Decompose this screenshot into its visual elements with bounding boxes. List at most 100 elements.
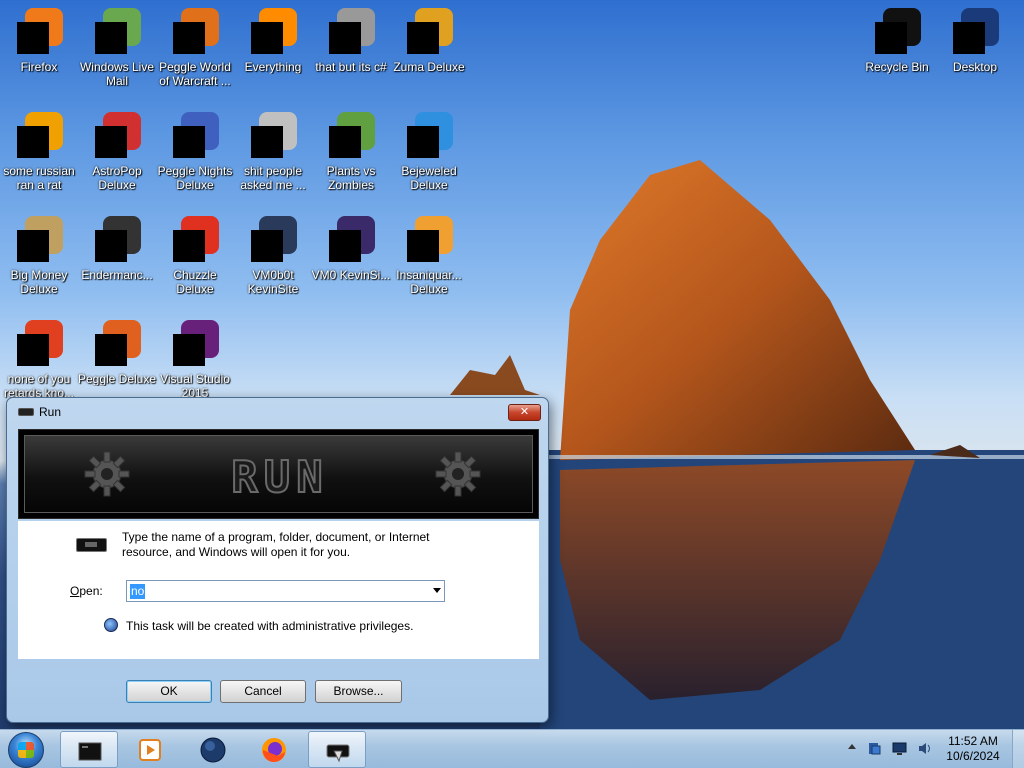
desktop-icon-vm0-kevinsite[interactable]: VM0 KevinSi... [312,210,390,310]
volume-icon[interactable] [917,741,932,756]
endermanch-icon [93,216,141,264]
astropop-deluxe-icon [93,112,141,160]
run-icon [326,744,350,763]
redaction-box [173,126,205,158]
run-dialog-titlebar[interactable]: Run ✕ [7,398,548,424]
desktop-icon-zuma-deluxe[interactable]: Zuma Deluxe [390,2,468,102]
desktop-icon-label: shit people asked me ... [240,164,306,192]
desktop-icon-vm0b0t-kevinsite[interactable]: VM0b0t KevinSite [234,210,312,310]
desktop-icon-label: some russian ran a rat [3,164,75,192]
desktop-icon-astropop-deluxe[interactable]: AstroPop Deluxe [78,106,156,206]
redaction-box [407,126,439,158]
network-icon[interactable] [867,741,882,756]
desktop-icon-label: Insaniquar... Deluxe [396,268,462,296]
desktop-icon-big-money-deluxe[interactable]: Big Money Deluxe [0,210,78,310]
desktop-icon-label: Desktop [952,60,998,74]
open-combobox[interactable]: no [126,580,445,602]
desktop-icon-label: Firefox [20,60,58,74]
program-icon [76,538,107,552]
shit-people-asked-me-icon [249,112,297,160]
open-label: Open: [70,584,103,598]
desktop-icon-label: Peggle Nights Deluxe [157,164,233,192]
show-hidden-icons-arrow[interactable] [848,744,856,749]
desktop-icon-firefox[interactable]: Firefox [0,2,78,102]
firefox-icon [262,738,286,763]
redaction-box [95,230,127,262]
everything-icon [249,8,297,56]
redaction-box [251,22,283,54]
taskbar-button-run[interactable] [308,731,366,768]
monitor-icon[interactable] [892,741,907,756]
redaction-box [329,126,361,158]
desktop-icon-label: Recycle Bin [865,60,929,74]
taskbar-button-media-player[interactable] [121,731,179,768]
some-russian-ran-a-rat-icon [15,112,63,160]
windows-logo-icon [18,742,34,758]
redaction-box [251,230,283,262]
peggle-deluxe-icon [93,320,141,368]
desktop-icon-label: Visual Studio 2015 [160,372,230,400]
peggle-wow-icon [171,8,219,56]
desktop-icon-peggle-wow[interactable]: Peggle World of Warcraft ... [156,2,234,102]
desktop-icon-everything[interactable]: Everything [234,2,312,102]
desktop-icon-windows-live-mail[interactable]: Windows Live Mail [78,2,156,102]
that-but-its-csharp-icon [327,8,375,56]
redaction-box [953,22,985,54]
desktop-icon-label: VM0b0t KevinSite [247,268,299,296]
desktop-icon [951,8,999,56]
taskbar-button-firefox[interactable] [245,731,303,768]
redaction-box [407,230,439,262]
vm0b0t-kevinsite-icon [249,216,297,264]
desktop-icon-label: Endermanc... [81,268,153,282]
desktop-icon-endermanch[interactable]: Endermanc... [78,210,156,310]
redaction-box [173,334,205,366]
visual-studio-2015-icon [171,320,219,368]
desktop-icon-label: AstroPop Deluxe [92,164,142,192]
redaction-box [17,230,49,262]
desktop-icon-insaniquarium-deluxe[interactable]: Insaniquar... Deluxe [390,210,468,310]
redaction-box [17,22,49,54]
desktop-icon-plants-vs-zombies[interactable]: Plants vs Zombies [312,106,390,206]
desktop-icon-some-russian-ran-a-rat[interactable]: some russian ran a rat [0,106,78,206]
taskbar-button-cmd[interactable] [60,731,118,768]
windows-live-mail-icon [93,8,141,56]
cancel-button[interactable]: Cancel [220,680,306,703]
desktop-icon-label: VM0 KevinSi... [311,268,391,282]
desktop-icon-recycle-bin[interactable]: Recycle Bin [858,2,936,102]
desktop-icon-chuzzle-deluxe[interactable]: Chuzzle Deluxe [156,210,234,310]
redaction-box [95,334,127,366]
redaction-box [95,126,127,158]
banner-panel: RUN [24,435,533,513]
taskbar-clock[interactable]: 11:52 AM 10/6/2024 [940,734,1006,764]
media-player-icon [139,739,161,761]
desktop-icon-label: Plants vs Zombies [326,164,376,192]
desktop-icon-peggle-nights-deluxe[interactable]: Peggle Nights Deluxe [156,106,234,206]
ok-button[interactable]: OK [126,680,212,703]
run-description: Type the name of a program, folder, docu… [122,530,430,559]
close-button[interactable]: ✕ [508,404,541,421]
banner-title: RUN [230,451,329,504]
start-button[interactable] [8,732,44,768]
desktop-icon-label: that but its c# [315,60,387,74]
desktop-icon-that-but-its-csharp[interactable]: that but its c# [312,2,390,102]
redaction-box [875,22,907,54]
desktop-icon-bejeweled-deluxe[interactable]: Bejeweled Deluxe [390,106,468,206]
gear-icon [435,451,481,497]
redaction-box [17,126,49,158]
desktop-icon-label: none of you retards kno... [3,372,75,400]
desktop-icon-shit-people-asked-me[interactable]: shit people asked me ... [234,106,312,206]
redaction-box [329,230,361,262]
open-input-value[interactable]: no [130,584,146,599]
clock-time: 11:52 AM [948,734,998,748]
taskbar-button-globe[interactable] [184,731,242,768]
desktop-icon-label: Windows Live Mail [79,60,155,88]
show-desktop-button[interactable] [1012,730,1024,768]
taskbar: 11:52 AM 10/6/2024 [0,729,1024,768]
browse-button[interactable]: Browse... [315,680,402,703]
desktop-icon-desktop[interactable]: Desktop [936,2,1014,102]
zuma-deluxe-icon [405,8,453,56]
dialog-title: Run [39,405,62,419]
recycle-bin-icon [873,8,921,56]
chevron-down-icon[interactable] [433,588,441,593]
peggle-nights-deluxe-icon [171,112,219,160]
